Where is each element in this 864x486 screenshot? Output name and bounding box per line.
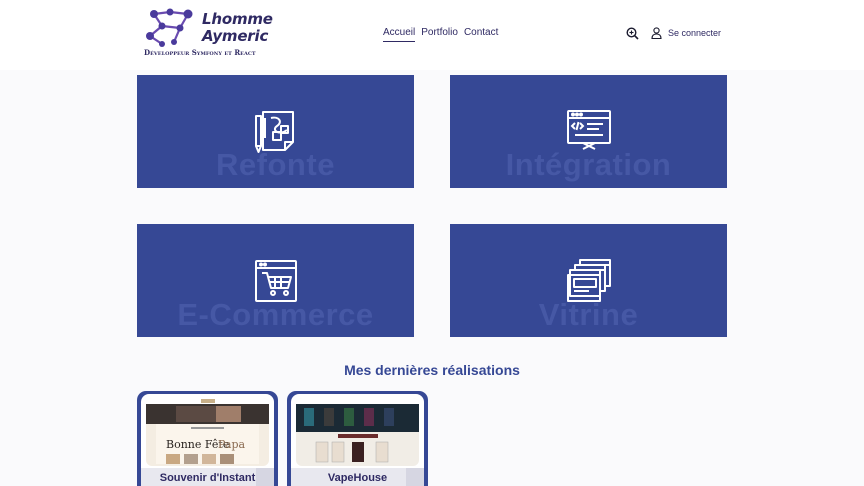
nav-item-accueil[interactable]: Accueil — [383, 27, 416, 42]
login-button[interactable]: Se connecter — [651, 27, 721, 39]
service-title-vitrine: Vitrine — [538, 297, 639, 332]
molecule-logo-icon — [146, 8, 193, 47]
portfolio-section-title: Mes dernières réalisations — [344, 362, 520, 378]
nav-item-contact[interactable]: Contact — [464, 27, 498, 42]
brand-name-last: Aymeric — [202, 27, 269, 45]
portfolio-card-frame: VapeHouse — [291, 394, 424, 486]
brand-name-first: Lhomme — [202, 10, 273, 28]
service-card-refonte[interactable]: Refonte — [137, 75, 414, 188]
zoom-in-icon[interactable] — [626, 27, 639, 40]
service-title-ecommerce: E-Commerce — [177, 297, 374, 332]
service-title-integration: Intégration — [505, 147, 672, 182]
user-icon — [651, 27, 662, 39]
main-nav: Accueil Portfolio Contact — [383, 27, 498, 42]
service-card-ecommerce[interactable]: E-Commerce — [137, 224, 414, 337]
site-logo[interactable]: Lhomme Aymeric Développeur Symfony et Re… — [140, 6, 273, 62]
svg-text:Papa: Papa — [218, 438, 246, 451]
portfolio-card-souvenir[interactable]: Bonne Fête Papa Souvenir d'Instant — [137, 391, 278, 486]
service-card-integration[interactable]: Intégration — [450, 75, 727, 188]
portfolio-card-frame: Bonne Fête Papa Souvenir d'Instant — [141, 394, 274, 486]
service-card-vitrine[interactable]: Vitrine — [450, 224, 727, 337]
site-header: Lhomme Aymeric Développeur Symfony et Re… — [0, 0, 864, 70]
login-label: Se connecter — [668, 28, 722, 38]
portfolio-label: VapeHouse — [327, 472, 388, 484]
portfolio-thumbnail: Bonne Fête Papa — [146, 398, 269, 466]
portfolio-thumbnail — [296, 398, 419, 466]
brand-tagline: Développeur Symfony et React — [144, 48, 256, 57]
portfolio-card-vapehouse[interactable]: VapeHouse — [287, 391, 428, 486]
nav-item-portfolio[interactable]: Portfolio — [421, 27, 458, 42]
portfolio-label: Souvenir d'Instant — [159, 472, 256, 484]
service-title-refonte: Refonte — [216, 147, 335, 182]
